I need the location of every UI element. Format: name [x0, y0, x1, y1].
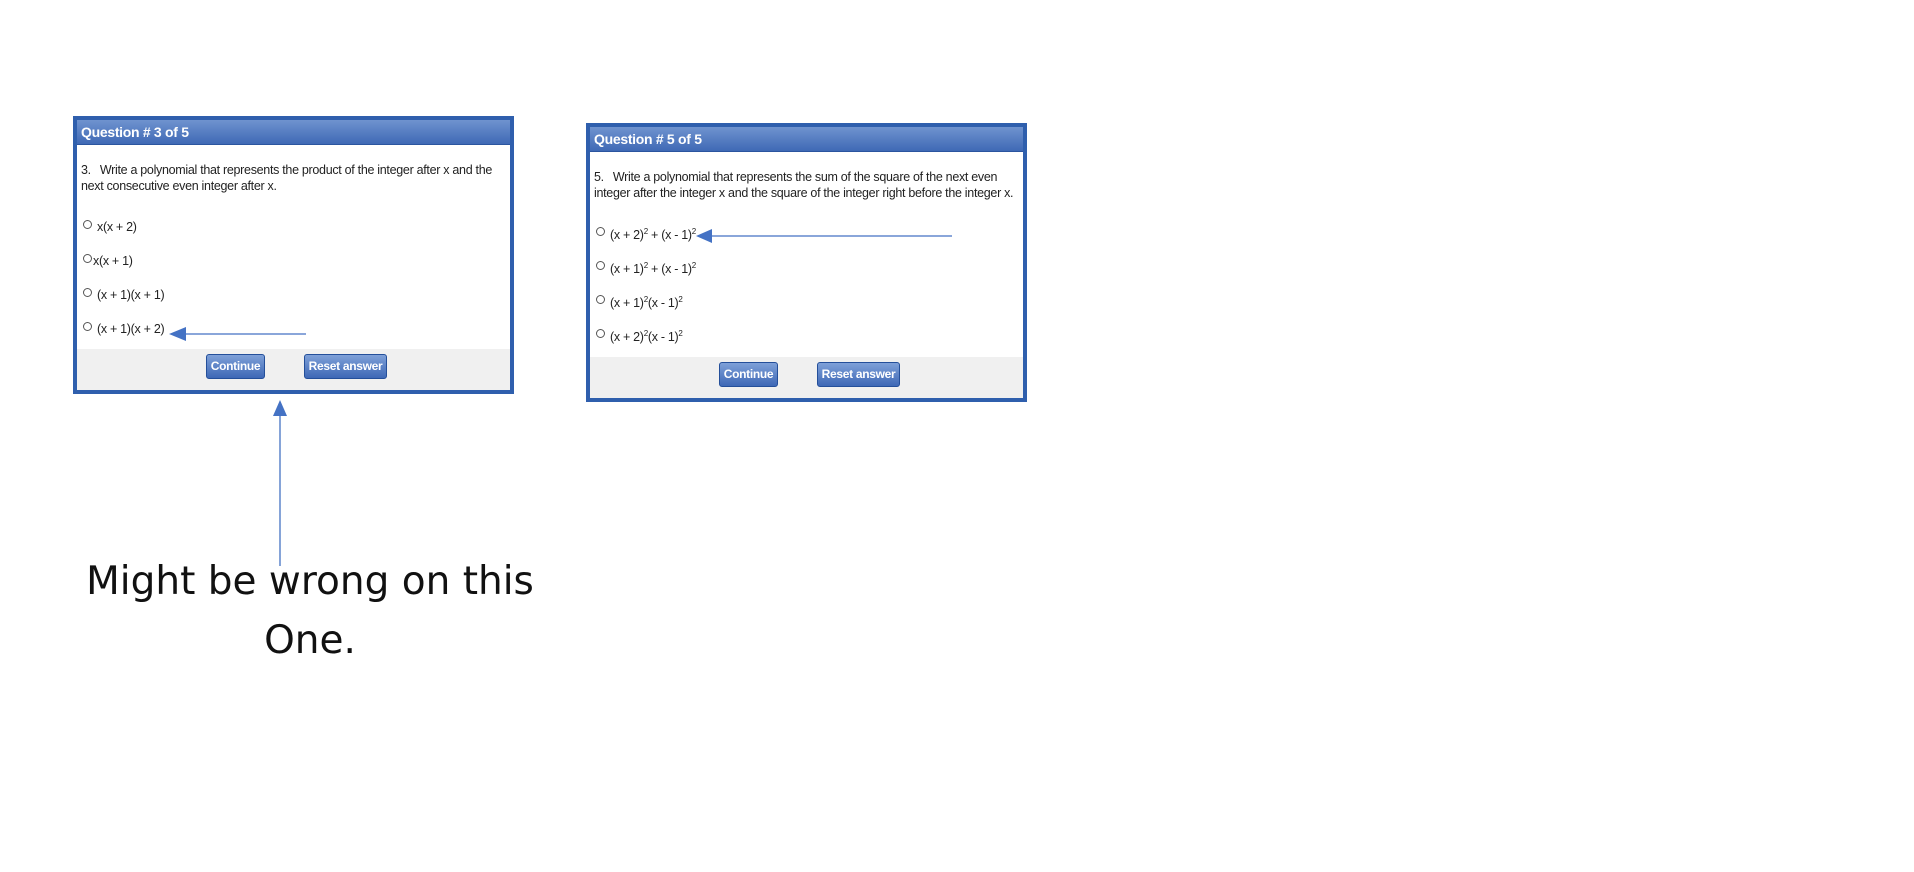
annotation-note: Might be wrong on this One.	[60, 552, 560, 670]
annotation-line-2: One.	[264, 618, 356, 663]
arrow-up-to-q3-panel	[273, 400, 287, 566]
annotation-arrows	[169, 229, 952, 566]
arrow-to-q5-option-1	[696, 229, 952, 243]
arrow-to-q3-option-4	[169, 327, 306, 341]
annotation-line-1: Might be wrong on this	[86, 559, 534, 604]
